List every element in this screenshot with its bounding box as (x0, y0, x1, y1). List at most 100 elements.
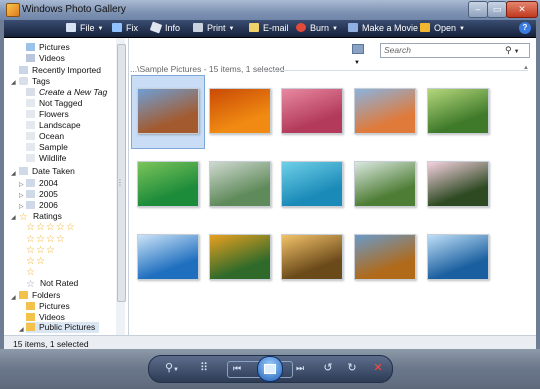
nav-item-1-star[interactable]: ☆ (26, 267, 36, 278)
new-tag-icon (26, 88, 35, 96)
nav-scrollbar-thumb[interactable] (117, 44, 126, 302)
movie-icon (348, 23, 358, 32)
burn-menu[interactable]: Burn ▼ (296, 20, 338, 37)
calendar-icon (26, 179, 35, 187)
photo-thumbnail-desert-butte[interactable] (137, 88, 199, 134)
rotate-counterclockwise-icon[interactable]: ↺ (320, 359, 336, 377)
calendar-icon (19, 167, 28, 175)
videos-icon (26, 54, 35, 62)
zoom-icon[interactable]: ⚲▼ (160, 359, 184, 377)
close-button[interactable]: ✕ (506, 1, 538, 18)
photo-thumbnail-toucan[interactable] (209, 234, 271, 280)
nav-item-3-stars[interactable]: ☆☆☆ (26, 245, 56, 256)
nav-item-2-stars[interactable]: ☆☆ (26, 256, 46, 267)
tag-icon (26, 121, 35, 129)
photo-thumbnail-green-leaves[interactable] (137, 161, 199, 207)
info-icon (149, 21, 163, 34)
nav-item-videos[interactable]: Videos (26, 53, 65, 64)
photo-thumbnail-pink-flowers[interactable] (281, 88, 343, 134)
maximize-button[interactable]: ▭ (487, 1, 507, 18)
photo-thumbnail-forest[interactable] (427, 88, 489, 134)
photo-thumbnail-tree-sunset[interactable] (281, 234, 343, 280)
nav-item-ratings[interactable]: ☆ Ratings (19, 211, 62, 223)
nav-item-flowers[interactable]: Flowers (26, 109, 69, 120)
nav-item-not-rated[interactable]: ☆ Not Rated (26, 278, 78, 290)
make-movie-button[interactable]: Make a Movie (348, 20, 418, 37)
photo-thumbnail-dock-lake[interactable] (137, 234, 199, 280)
nav-item-pictures[interactable]: Pictures (26, 42, 70, 53)
nav-item-wildlife[interactable]: Wildlife (26, 153, 66, 164)
empty-star-icon: ☆ (26, 279, 35, 290)
nav-item-5-stars[interactable]: ☆☆☆☆☆ (26, 222, 76, 233)
pane-splitter-grip[interactable]: ⋮ (116, 178, 124, 187)
previous-icon[interactable]: ⏮ (229, 359, 245, 377)
nav-item-public-pictures[interactable]: Public Pictures (26, 322, 100, 333)
title-bar: Windows Photo Gallery (0, 0, 540, 20)
folders-expand-icon[interactable]: ◢ (11, 294, 16, 301)
email-button[interactable]: E-mail (249, 20, 289, 37)
printer-icon (193, 23, 203, 32)
nav-item-folder-pictures[interactable]: Pictures (26, 301, 70, 312)
date-expand-icon[interactable]: ◢ (11, 170, 16, 177)
nav-item-folders[interactable]: Folders (19, 290, 60, 301)
next-icon[interactable]: ⏭ (292, 359, 308, 377)
folder-icon (26, 313, 35, 321)
delete-icon[interactable]: ✕ (370, 359, 386, 377)
photo-thumbnail-waterfall[interactable] (354, 161, 416, 207)
search-placeholder: Search (384, 45, 411, 55)
nav-item-2004[interactable]: 2004 (26, 178, 58, 189)
tag-icon (26, 132, 35, 140)
nav-item-2006[interactable]: 2006 (26, 200, 58, 211)
minimize-button[interactable]: – (468, 1, 488, 18)
actual-size-icon[interactable]: ⠿ (196, 359, 212, 377)
star-icon: ☆ (19, 212, 28, 223)
photo-gallery-app-icon (6, 3, 20, 17)
year-2006-expand-icon[interactable]: ▷ (19, 203, 24, 210)
nav-item-recently-imported[interactable]: Recently Imported (19, 65, 101, 76)
view-options-button[interactable]: ▼ (352, 44, 370, 66)
year-2004-expand-icon[interactable]: ▷ (19, 181, 24, 188)
rotate-clockwise-icon[interactable]: ↻ (344, 359, 360, 377)
search-icon[interactable]: ⚲ ▼ (505, 45, 520, 56)
print-menu[interactable]: Print ▼ (193, 20, 234, 37)
file-icon (66, 23, 76, 32)
folder-icon (26, 302, 35, 310)
open-menu[interactable]: Open ▼ (420, 20, 465, 37)
nav-item-not-tagged[interactable]: Not Tagged (26, 98, 82, 109)
ratings-expand-icon[interactable]: ◢ (11, 214, 16, 221)
collapse-group-icon[interactable]: ▲ (523, 65, 529, 71)
photo-thumbnail-orange-flowers[interactable] (209, 88, 271, 134)
nav-item-tags[interactable]: Tags (19, 76, 50, 87)
photo-thumbnail-humpback-whale[interactable] (427, 234, 489, 280)
slideshow-icon (264, 364, 276, 374)
photo-thumbnail-river-valley[interactable] (209, 161, 271, 207)
photo-thumbnail-desert-dunes[interactable] (354, 88, 416, 134)
nav-item-2005[interactable]: 2005 (26, 189, 58, 200)
folder-icon (19, 291, 28, 299)
photo-thumbnail-autumn-lake[interactable] (354, 234, 416, 280)
folder-icon (26, 323, 35, 331)
nav-item-sample[interactable]: Sample (26, 142, 68, 153)
window-title: Windows Photo Gallery (22, 4, 126, 15)
command-toolbar: File ▼ Fix Info Print ▼ E-mail Burn ▼ Make … (4, 20, 536, 38)
group-divider (264, 70, 528, 71)
thumbnail-view-icon (352, 44, 364, 54)
pictures-icon (26, 43, 35, 51)
nav-item-landscape[interactable]: Landscape (26, 120, 81, 131)
nav-item-create-tag[interactable]: Create a New Tag (26, 87, 107, 98)
year-2005-expand-icon[interactable]: ▷ (19, 192, 24, 199)
calendar-icon (26, 201, 35, 209)
group-header: ...\Sample Pictures - 15 items, 1 select… (130, 64, 285, 74)
photo-thumbnail-sea-turtle[interactable] (281, 161, 343, 207)
nav-item-ocean[interactable]: Ocean (26, 131, 64, 142)
fix-button[interactable]: Fix (112, 20, 138, 37)
nav-item-4-stars[interactable]: ☆☆☆☆ (26, 234, 66, 245)
public-pictures-expand-icon[interactable]: ◢ (19, 326, 24, 333)
file-menu[interactable]: File ▼ (66, 20, 103, 37)
nav-item-date-taken[interactable]: Date Taken (19, 166, 75, 177)
photo-thumbnail-frangipani[interactable] (427, 161, 489, 207)
tags-expand-icon[interactable]: ◢ (11, 79, 16, 86)
slideshow-button[interactable] (257, 356, 283, 382)
info-button[interactable]: Info (149, 20, 180, 37)
help-icon[interactable]: ? (519, 22, 531, 34)
